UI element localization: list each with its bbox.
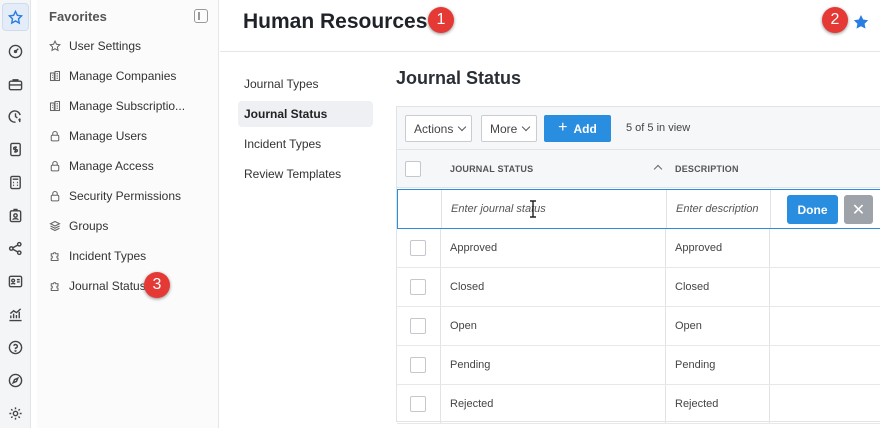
row-checkbox[interactable] [410,318,426,334]
description-cell: Pending [675,359,716,371]
settings-icon[interactable] [0,399,31,427]
star-outline-icon [49,40,61,52]
actions-label: Actions [414,121,454,136]
favorite-item-label: User Settings [69,39,142,53]
favorite-item-security-permissions[interactable]: Security Permissions [49,186,181,206]
table-row[interactable]: Pending Pending [397,346,880,385]
more-label: More [490,121,518,136]
page-title: Human Resources [243,10,428,33]
icon-rail [0,0,31,428]
section-title: Journal Status [396,68,522,88]
briefcase-icon[interactable] [0,70,31,98]
favorite-item-label: Manage Users [69,129,148,143]
page-header: Human Resources [220,0,880,52]
description-input[interactable]: Enter description [676,190,768,228]
favorite-item-user-settings[interactable]: User Settings [49,36,141,56]
select-all-checkbox[interactable] [405,161,421,177]
help-icon[interactable] [0,333,31,361]
subnav-review-templates[interactable]: Review Templates [238,161,373,187]
favorites-panel: Favorites User Settings Manage Companies… [37,0,219,428]
actions-dropdown[interactable]: Actions [405,115,472,142]
puzzle-icon [50,282,59,292]
sort-ascending-icon[interactable] [653,164,663,174]
row-checkbox[interactable] [410,396,426,412]
lock-icon [50,160,60,172]
column-header-journal-status[interactable]: JOURNAL STATUS [450,150,533,188]
favorite-item-label: Incident Types [69,249,147,263]
puzzle-icon [50,252,59,262]
id-card-icon[interactable] [0,267,31,295]
layers-icon [49,220,61,232]
subnav-incident-types[interactable]: Incident Types [238,131,373,157]
favorite-item-label: Groups [69,219,109,233]
grid-toolbar: Actions More + Add 5 of 5 in view [397,107,880,150]
done-button[interactable]: Done [787,195,838,224]
add-label: Add [573,121,597,136]
journal-status-grid: Actions More + Add 5 of 5 in view JOURNA… [396,106,880,424]
favorite-item-manage-access[interactable]: Manage Access [49,156,154,176]
text-cursor-icon [530,200,536,218]
network-icon[interactable] [0,234,31,262]
journal-status-cell: Open [450,320,477,332]
subnav-journal-types[interactable]: Journal Types [238,71,373,97]
description-cell: Closed [675,281,710,293]
favorite-star-icon[interactable] [853,14,869,30]
favorite-item-label: Manage Companies [69,69,177,83]
annotation-badge-1: 1 [428,7,454,33]
journal-status-cell: Closed [450,281,485,293]
favorite-item-label: Manage Subscriptio... [69,99,186,113]
more-dropdown[interactable]: More [481,115,537,142]
favorite-item-incident-types[interactable]: Incident Types [49,246,146,266]
table-row[interactable]: Closed Closed [397,268,880,307]
chevron-down-icon [458,122,467,132]
table-row[interactable]: Open Open [397,307,880,346]
description-cell: Rejected [675,398,719,410]
star-icon[interactable] [2,3,29,31]
lock-icon [50,190,60,202]
description-cell: Open [675,320,702,332]
buildings-icon [49,100,61,112]
favorites-heading: Favorites [49,9,107,24]
column-header-description[interactable]: DESCRIPTION [675,150,739,188]
analytics-icon[interactable] [0,300,31,328]
badge-user-icon[interactable] [0,201,31,229]
annotation-badge-3: 3 [144,272,170,298]
row-checkbox[interactable] [410,279,426,295]
row-checkbox[interactable] [410,357,426,373]
add-button[interactable]: + Add [544,115,611,142]
row-count: 5 of 5 in view [626,122,691,134]
journal-status-cell: Pending [450,359,491,371]
collapse-panel-icon[interactable] [194,9,208,23]
clock-money-icon[interactable] [0,102,31,130]
dashboard-icon[interactable] [0,37,31,65]
favorite-item-groups[interactable]: Groups [49,216,108,236]
table-row[interactable]: Approved Approved [397,229,880,268]
journal-status-cell: Approved [450,242,498,254]
favorite-item-manage-subscriptions[interactable]: Manage Subscriptio... [49,96,185,116]
new-row-editor: Enter journal status Enter description D… [397,189,880,229]
cancel-edit-button[interactable]: ✕ [844,195,873,224]
buildings-icon [49,70,61,82]
favorite-item-journal-status[interactable]: Journal Status [49,276,146,296]
favorite-item-label: Journal Status [69,279,146,293]
compass-icon[interactable] [0,366,31,394]
chevron-down-icon [522,122,531,132]
lock-icon [50,130,60,142]
description-cell: Approved [675,242,723,254]
favorite-item-label: Manage Access [69,159,154,173]
table-row[interactable]: Rejected Rejected [397,385,880,424]
calculator-icon[interactable] [0,168,31,196]
journal-status-input[interactable]: Enter journal status [451,190,661,228]
favorite-item-manage-users[interactable]: Manage Users [49,126,147,146]
favorite-item-label: Security Permissions [69,189,182,203]
row-checkbox[interactable] [410,240,426,256]
table-header: JOURNAL STATUS DESCRIPTION [397,150,880,188]
journal-status-cell: Rejected [450,398,494,410]
annotation-badge-2: 2 [822,7,848,33]
dollar-document-icon[interactable] [0,135,31,163]
plus-icon: + [558,118,568,136]
favorite-item-manage-companies[interactable]: Manage Companies [49,66,176,86]
subnav-journal-status[interactable]: Journal Status [238,101,373,127]
